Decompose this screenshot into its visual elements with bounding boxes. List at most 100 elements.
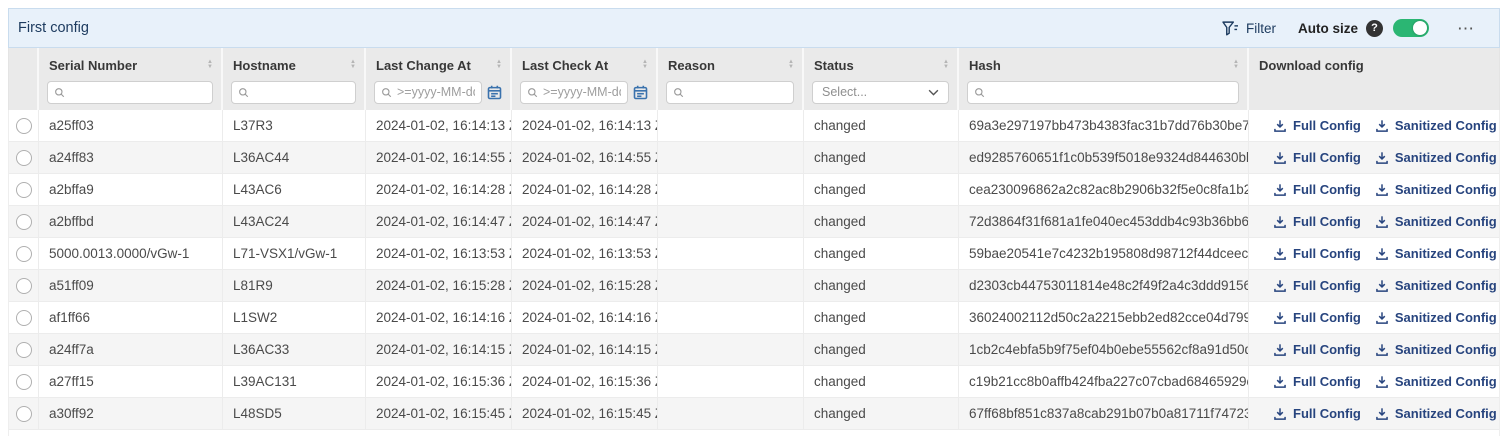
full-config-link[interactable]: Full Config [1273, 150, 1361, 165]
full-config-link[interactable]: Full Config [1273, 342, 1361, 357]
cell-hash: 1cb2c4ebfa5b9f75ef04b0ebe55562cf8a91d50d [959, 334, 1249, 365]
cell-last-check-at: 2024-01-02, 16:14:28 Z [512, 174, 658, 205]
cell-last-check-at: 2024-01-02, 16:15:45 Z [512, 398, 658, 429]
row-select-radio[interactable] [16, 406, 32, 422]
download-icon [1273, 151, 1287, 165]
serial-number-filter-input[interactable] [47, 81, 213, 104]
cell-serial-number: a24ff83 [39, 142, 223, 173]
sort-reason[interactable]: Reason ▲▼ [658, 48, 802, 74]
row-select-radio[interactable] [16, 310, 32, 326]
last-check-at-filter-input[interactable] [520, 81, 628, 104]
download-icon [1375, 119, 1389, 133]
cell-hash: 67ff68bf851c837a8cab291b07b0a81711f74723 [959, 398, 1249, 429]
status-filter-select[interactable]: Select... [812, 81, 949, 104]
row-select-cell [9, 334, 39, 365]
cell-last-check-at: 2024-01-02, 16:14:15 Z [512, 334, 658, 365]
sanitized-config-link[interactable]: Sanitized Config [1375, 214, 1497, 229]
more-options-button[interactable]: ⋯ [1457, 20, 1475, 37]
sort-last-change-at[interactable]: Last Change At ▲▼ [366, 48, 510, 74]
row-select-radio[interactable] [16, 214, 32, 230]
sort-last-check-at[interactable]: Last Check At ▲▼ [512, 48, 656, 74]
sort-hostname[interactable]: Hostname ▲▼ [223, 48, 364, 74]
cell-download-config: Full Config Sanitized Config [1249, 110, 1499, 141]
column-header-select [9, 48, 39, 110]
cell-status: changed [804, 238, 959, 269]
cell-serial-number: a25ff03 [39, 110, 223, 141]
download-icon [1375, 279, 1389, 293]
download-icon [1375, 151, 1389, 165]
cell-hash: 36024002112d50c2a2215ebb2ed82cce04d79903 [959, 302, 1249, 333]
cell-serial-number: a24ff7a [39, 334, 223, 365]
table-row: a24ff83 L36AC44 2024-01-02, 16:14:55 Z 2… [9, 142, 1499, 174]
cell-status: changed [804, 142, 959, 173]
row-select-cell [9, 142, 39, 173]
sort-status[interactable]: Status ▲▼ [804, 48, 957, 74]
full-config-link[interactable]: Full Config [1273, 374, 1361, 389]
cell-hostname: L36AC33 [223, 334, 366, 365]
cell-last-change-at: 2024-01-02, 16:15:36 Z [366, 366, 512, 397]
sanitized-config-link[interactable]: Sanitized Config [1375, 342, 1497, 357]
cell-last-change-at: 2024-01-02, 16:14:15 Z [366, 334, 512, 365]
cell-download-config: Full Config Sanitized Config [1249, 334, 1499, 365]
filter-button-label: Filter [1246, 21, 1276, 36]
cell-hostname: L48SD5 [223, 398, 366, 429]
sanitized-config-link[interactable]: Sanitized Config [1375, 406, 1497, 421]
cell-reason [658, 142, 804, 173]
row-select-radio[interactable] [16, 182, 32, 198]
sanitized-config-link[interactable]: Sanitized Config [1375, 310, 1497, 325]
cell-reason [658, 302, 804, 333]
sort-arrows-icon: ▲▼ [642, 60, 648, 73]
cell-download-config: Full Config Sanitized Config [1249, 174, 1499, 205]
full-config-link[interactable]: Full Config [1273, 406, 1361, 421]
auto-size-label: Auto size [1298, 21, 1358, 36]
cell-last-change-at: 2024-01-02, 16:14:55 Z [366, 142, 512, 173]
cell-last-check-at: 2024-01-02, 16:14:47 Z [512, 206, 658, 237]
full-config-link[interactable]: Full Config [1273, 278, 1361, 293]
full-config-link[interactable]: Full Config [1273, 182, 1361, 197]
sanitized-config-link[interactable]: Sanitized Config [1375, 182, 1497, 197]
sort-arrows-icon: ▲▼ [788, 60, 794, 73]
chevron-down-icon [928, 89, 939, 96]
row-select-radio[interactable] [16, 150, 32, 166]
full-config-link[interactable]: Full Config [1273, 118, 1361, 133]
reason-filter-input[interactable] [666, 81, 794, 104]
sanitized-config-link[interactable]: Sanitized Config [1375, 150, 1497, 165]
table-header: Serial Number ▲▼ Hostname ▲▼ [8, 48, 1500, 110]
hash-filter-input[interactable] [967, 81, 1239, 104]
sanitized-config-link[interactable]: Sanitized Config [1375, 374, 1497, 389]
row-select-radio[interactable] [16, 278, 32, 294]
auto-size-toggle[interactable] [1393, 19, 1429, 37]
row-select-radio[interactable] [16, 118, 32, 134]
filter-button[interactable]: Filter [1222, 21, 1276, 36]
sort-hash[interactable]: Hash ▲▼ [959, 48, 1247, 74]
help-icon[interactable]: ? [1366, 20, 1383, 37]
full-config-link[interactable]: Full Config [1273, 310, 1361, 325]
calendar-icon[interactable] [633, 85, 648, 100]
sort-serial-number[interactable]: Serial Number ▲▼ [39, 48, 221, 74]
full-config-link[interactable]: Full Config [1273, 246, 1361, 261]
cell-hostname: L37R3 [223, 110, 366, 141]
cell-hostname: L36AC44 [223, 142, 366, 173]
download-icon [1375, 343, 1389, 357]
cell-status: changed [804, 206, 959, 237]
full-config-link[interactable]: Full Config [1273, 214, 1361, 229]
sanitized-config-link[interactable]: Sanitized Config [1375, 246, 1497, 261]
filter-funnel-icon [1222, 21, 1239, 36]
row-select-radio[interactable] [16, 246, 32, 262]
calendar-icon[interactable] [487, 85, 502, 100]
column-header-hostname: Hostname ▲▼ [223, 48, 366, 110]
sanitized-config-link[interactable]: Sanitized Config [1375, 278, 1497, 293]
row-select-radio[interactable] [16, 374, 32, 390]
sanitized-config-link[interactable]: Sanitized Config [1375, 118, 1497, 133]
cell-hash: 69a3e297197bb473b4383fac31b7dd76b30be71a [959, 110, 1249, 141]
panel-title: First config [18, 20, 89, 36]
sort-arrows-icon: ▲▼ [207, 60, 213, 73]
hostname-filter-input[interactable] [231, 81, 356, 104]
cell-serial-number: af1ff66 [39, 302, 223, 333]
row-select-cell [9, 110, 39, 141]
last-change-at-filter-input[interactable] [374, 81, 482, 104]
cell-serial-number: a51ff09 [39, 270, 223, 301]
row-select-radio[interactable] [16, 342, 32, 358]
search-icon [527, 87, 538, 98]
cell-hostname: L71-VSX1/vGw-1 [223, 238, 366, 269]
